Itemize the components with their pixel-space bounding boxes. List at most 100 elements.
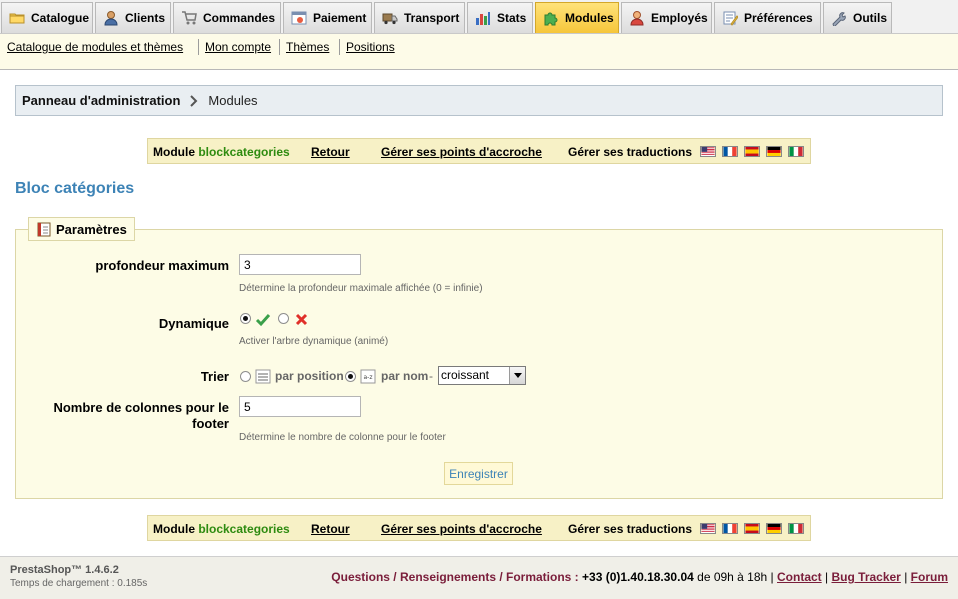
- breadcrumb-root[interactable]: Panneau d'administration: [22, 93, 180, 108]
- subnav-link-module-catalog[interactable]: Catalogue de modules et thèmes: [7, 40, 183, 54]
- sort-by-name-label: par nom: [381, 369, 429, 383]
- tab-label: Clients: [125, 11, 166, 25]
- breadcrumb-current: Modules: [208, 93, 258, 108]
- manage-hooks-link[interactable]: Gérer ses points d'accroche: [381, 522, 542, 536]
- main-tab-bar: Catalogue Clients Commandes Paiement Tra…: [0, 0, 958, 34]
- tab-label: Commandes: [203, 11, 276, 25]
- manage-hooks-link[interactable]: Gérer ses points d'accroche: [381, 145, 542, 159]
- sort-position-icon: [255, 369, 271, 384]
- payment-icon: [291, 10, 307, 26]
- cross-icon[interactable]: [294, 312, 309, 327]
- sort-dash: -: [429, 369, 433, 383]
- tab-commandes[interactable]: Commandes: [173, 2, 281, 33]
- tab-label: Catalogue: [31, 11, 90, 25]
- subnav-link-my-account[interactable]: Mon compte: [205, 40, 271, 54]
- sort-order-value: croissant: [441, 368, 490, 382]
- sort-by-position-label: par position: [275, 369, 344, 383]
- module-label: Module blockcategories: [153, 522, 290, 536]
- fieldset-legend: Paramètres: [28, 217, 135, 241]
- dynamic-no-radio[interactable]: [278, 313, 289, 324]
- module-toolbar-bottom: Module blockcategories Retour Gérer ses …: [147, 515, 811, 541]
- save-button[interactable]: Enregistrer: [444, 462, 513, 485]
- subnav-link-positions[interactable]: Positions: [346, 40, 395, 54]
- footer-contact-info: Questions / Renseignements / Formations …: [331, 570, 948, 584]
- footer-columns-hint: Détermine le nombre de colonne pour le f…: [239, 432, 446, 443]
- sort-alpha-icon: a-z: [360, 369, 376, 384]
- language-flags: [700, 146, 804, 157]
- load-time-text: Temps de chargement : 0.185s: [10, 578, 148, 589]
- subnav-separator: [339, 39, 340, 55]
- contact-link[interactable]: Contact: [777, 570, 822, 584]
- en-flag-icon[interactable]: [700, 146, 716, 157]
- fr-flag-icon[interactable]: [722, 523, 738, 534]
- language-flags: [700, 523, 804, 534]
- chevron-right-icon: [190, 94, 198, 107]
- truck-icon: [382, 10, 398, 26]
- tab-employes[interactable]: Employés: [621, 2, 712, 33]
- footer-columns-input[interactable]: [239, 396, 361, 417]
- tab-label: Transport: [404, 11, 460, 25]
- it-flag-icon[interactable]: [788, 523, 804, 534]
- tab-label: Outils: [853, 11, 888, 25]
- tab-preferences[interactable]: Préférences: [714, 2, 821, 33]
- de-flag-icon[interactable]: [766, 523, 782, 534]
- bar-chart-icon: [475, 10, 491, 26]
- preferences-icon: [722, 10, 738, 26]
- module-name: blockcategories: [198, 145, 290, 159]
- employee-icon: [629, 10, 645, 26]
- opening-hours: de 09h à 18h: [697, 570, 768, 584]
- puzzle-icon: [543, 10, 559, 26]
- tab-outils[interactable]: Outils: [823, 2, 892, 33]
- tab-modules[interactable]: Modules: [535, 2, 619, 33]
- max-depth-label: profondeur maximum: [95, 258, 229, 273]
- subnav-link-themes[interactable]: Thèmes: [286, 40, 329, 54]
- page-title: Bloc catégories: [15, 180, 135, 197]
- subnav-separator: [198, 39, 199, 55]
- back-link[interactable]: Retour: [311, 145, 350, 159]
- module-label: Module blockcategories: [153, 145, 290, 159]
- module-toolbar-top: Module blockcategories Retour Gérer ses …: [147, 138, 811, 164]
- es-flag-icon[interactable]: [744, 146, 760, 157]
- tab-transport[interactable]: Transport: [374, 2, 465, 33]
- footer-columns-label: Nombre de colonnes pour le: [53, 400, 229, 415]
- questions-label: Questions / Renseignements / Formations …: [331, 570, 579, 584]
- tab-paiement[interactable]: Paiement: [283, 2, 372, 33]
- footer-columns-label-line2: footer: [192, 416, 229, 431]
- it-flag-icon[interactable]: [788, 146, 804, 157]
- tab-label: Préférences: [744, 11, 813, 25]
- svg-text:a-z: a-z: [364, 374, 373, 381]
- folder-icon: [9, 10, 25, 26]
- sort-label: Trier: [200, 369, 229, 384]
- de-flag-icon[interactable]: [766, 146, 782, 157]
- page-footer: PrestaShop™ 1.4.6.2 Temps de chargement …: [0, 556, 958, 599]
- bug-tracker-link[interactable]: Bug Tracker: [831, 570, 900, 584]
- sort-by-name-radio[interactable]: [345, 371, 356, 382]
- translations-label: Gérer ses traductions: [568, 522, 693, 536]
- max-depth-hint: Détermine la profondeur maximale affiché…: [239, 283, 483, 294]
- es-flag-icon[interactable]: [744, 523, 760, 534]
- chevron-down-icon[interactable]: [509, 367, 525, 384]
- tab-clients[interactable]: Clients: [95, 2, 171, 33]
- forum-link[interactable]: Forum: [911, 570, 948, 584]
- sub-navigation: Catalogue de modules et thèmes Mon compt…: [0, 34, 958, 70]
- back-link[interactable]: Retour: [311, 522, 350, 536]
- module-name: blockcategories: [198, 522, 290, 536]
- sort-by-position-radio[interactable]: [240, 371, 251, 382]
- dynamic-label: Dynamique: [158, 316, 229, 331]
- dynamic-yes-radio[interactable]: [240, 313, 251, 324]
- user-icon: [103, 10, 119, 26]
- phone-number: +33 (0)1.40.18.30.04: [582, 570, 694, 584]
- notepad-icon: [37, 222, 51, 237]
- tab-label: Employés: [651, 11, 708, 25]
- tab-catalogue[interactable]: Catalogue: [1, 2, 93, 33]
- en-flag-icon[interactable]: [700, 523, 716, 534]
- max-depth-input[interactable]: [239, 254, 361, 275]
- cart-icon: [181, 10, 197, 26]
- tab-label: Stats: [497, 11, 527, 25]
- fr-flag-icon[interactable]: [722, 146, 738, 157]
- translations-label: Gérer ses traductions: [568, 145, 693, 159]
- checkmark-icon[interactable]: [255, 312, 271, 328]
- tab-stats[interactable]: Stats: [467, 2, 533, 33]
- breadcrumb: Panneau d'administration Modules: [15, 85, 943, 116]
- sort-order-select[interactable]: croissant: [438, 366, 526, 385]
